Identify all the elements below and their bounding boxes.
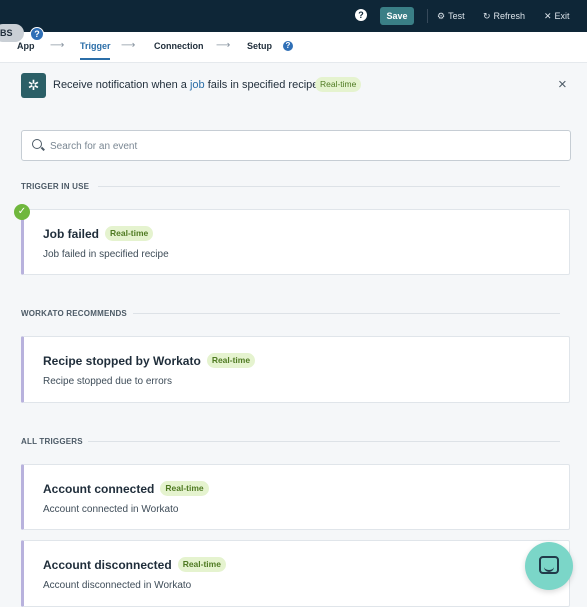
- card-title: Job failed Real-time: [43, 226, 154, 241]
- check-icon: ✓: [14, 204, 30, 220]
- card-title: Account connected Real-time: [43, 481, 209, 496]
- arrow-right-icon: ⟶: [121, 40, 136, 51]
- refresh-label: Refresh: [493, 11, 526, 21]
- card-title-text: Account connected: [43, 481, 155, 496]
- card-description: Recipe stopped due to errors: [43, 376, 172, 387]
- session-pill[interactable]: BS: [0, 24, 24, 42]
- search-icon: [32, 139, 42, 149]
- realtime-badge: Real-time: [105, 226, 154, 241]
- realtime-badge: Real-time: [160, 481, 209, 496]
- help-icon[interactable]: ?: [30, 27, 44, 41]
- search-box[interactable]: [21, 130, 571, 162]
- save-button[interactable]: Save: [380, 7, 414, 25]
- trigger-card-recipe-stopped[interactable]: Recipe stopped by Workato Real-time Reci…: [21, 336, 570, 403]
- trigger-summary: ✲ Receive notification when a job fails …: [0, 62, 587, 110]
- card-title-text: Account disconnected: [43, 557, 172, 572]
- card-title-text: Job failed: [43, 226, 100, 241]
- divider: [98, 186, 560, 187]
- step-app[interactable]: App: [17, 41, 35, 51]
- section-trigger-in-use: TRIGGER IN USE: [21, 182, 90, 191]
- test-label: Test: [448, 11, 465, 21]
- arrow-right-icon: ⟶: [216, 40, 231, 51]
- card-description: Job failed in specified recipe: [43, 249, 169, 260]
- divider: [427, 9, 428, 23]
- active-step-indicator: [80, 58, 110, 60]
- close-icon: ✕: [544, 11, 552, 21]
- close-icon[interactable]: ×: [558, 76, 567, 93]
- realtime-badge: Real-time: [206, 353, 256, 368]
- section-all-triggers: ALL TRIGGERS: [21, 437, 83, 446]
- card-title: Account disconnected Real-time: [43, 557, 226, 572]
- trigger-card-job-failed[interactable]: Job failed Real-time Job failed in speci…: [21, 209, 570, 275]
- trigger-sentence: Receive notification when a job fails in…: [53, 79, 324, 91]
- sentence-prefix: Receive notification when a: [53, 79, 190, 91]
- trigger-card-account-connected[interactable]: Account connected Real-time Account conn…: [21, 464, 570, 530]
- card-description: Account disconnected in Workato: [43, 580, 192, 591]
- divider: [133, 313, 560, 314]
- chat-icon: [539, 556, 559, 574]
- search-input[interactable]: [48, 131, 562, 162]
- exit-label: Exit: [554, 11, 570, 21]
- refresh-button[interactable]: ↻ Refresh: [483, 9, 525, 23]
- trigger-card-account-disconnected[interactable]: Account disconnected Real-time Account d…: [21, 540, 570, 607]
- section-workato-recommends: WORKATO RECOMMENDS: [21, 309, 127, 318]
- card-title-text: Recipe stopped by Workato: [43, 353, 201, 368]
- exit-button[interactable]: ✕ Exit: [544, 9, 570, 23]
- sentence-keyword[interactable]: job: [190, 79, 205, 91]
- top-bar: ? Save ⚙ Test ↻ Refresh ✕ Exit: [0, 0, 587, 32]
- workato-app-icon: ✲: [21, 73, 46, 98]
- chat-support-button[interactable]: [525, 542, 573, 590]
- gear-icon: ⚙: [437, 11, 446, 21]
- step-trigger[interactable]: Trigger: [80, 41, 111, 51]
- refresh-icon: ↻: [483, 11, 491, 21]
- help-icon[interactable]: ?: [355, 9, 367, 21]
- test-button[interactable]: ⚙ Test: [437, 9, 465, 23]
- step-connection[interactable]: Connection: [154, 41, 204, 51]
- card-description: Account connected in Workato: [43, 504, 179, 515]
- sentence-suffix: fails in specified recipes: [204, 79, 324, 91]
- arrow-right-icon: ⟶: [50, 40, 65, 51]
- step-navigation: App ⟶ Trigger ⟶ Connection ⟶ Setup ?: [0, 32, 587, 62]
- divider: [88, 441, 560, 442]
- realtime-badge: Real-time: [315, 77, 362, 92]
- card-title: Recipe stopped by Workato Real-time: [43, 353, 256, 368]
- help-icon[interactable]: ?: [283, 41, 293, 51]
- step-setup[interactable]: Setup: [247, 41, 272, 51]
- realtime-badge: Real-time: [177, 557, 226, 572]
